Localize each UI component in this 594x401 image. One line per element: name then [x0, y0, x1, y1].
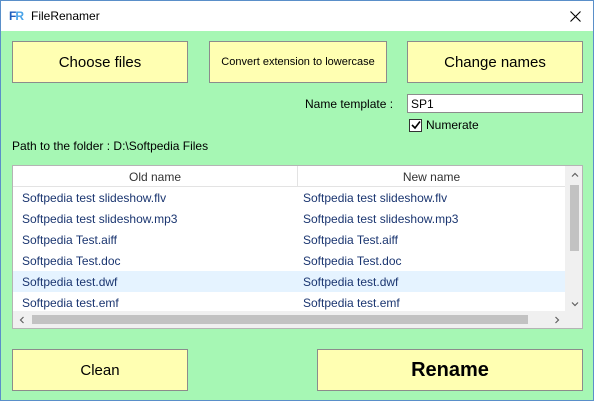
- chevron-up-icon: [571, 172, 578, 177]
- window-title: FileRenamer: [31, 9, 100, 23]
- old-name-cell: Softpedia test.dwf: [22, 274, 118, 289]
- vertical-scrollbar[interactable]: [565, 166, 582, 312]
- name-template-input[interactable]: [407, 94, 583, 113]
- old-name-cell: Softpedia test slideshow.flv: [22, 190, 167, 205]
- convert-extension-lowercase-button[interactable]: Convert extension to lowercase: [209, 41, 387, 83]
- horizontal-scrollbar[interactable]: [13, 311, 565, 328]
- choose-files-button[interactable]: Choose files: [12, 41, 188, 83]
- column-header-new-name[interactable]: New name: [298, 166, 565, 187]
- table-row[interactable]: Softpedia Test.aiff Softpedia Test.aiff: [13, 229, 565, 250]
- title-bar[interactable]: FR FileRenamer: [1, 1, 593, 31]
- clean-button[interactable]: Clean: [12, 349, 188, 391]
- app-logo-icon: FR: [9, 9, 24, 23]
- checkmark-icon: [410, 121, 421, 130]
- old-name-cell: Softpedia test slideshow.mp3: [22, 211, 178, 226]
- app-window: FR FileRenamer Choose files Convert exte…: [0, 0, 594, 401]
- scroll-up-button[interactable]: [566, 166, 582, 183]
- folder-path-text: Path to the folder : D:\Softpedia Files: [12, 139, 209, 153]
- table-row-selected[interactable]: Softpedia test.dwf Softpedia test.dwf: [13, 271, 565, 292]
- table-row[interactable]: Softpedia test slideshow.flv Softpedia t…: [13, 187, 565, 208]
- table-body: Softpedia test slideshow.flv Softpedia t…: [13, 187, 565, 313]
- scroll-right-button[interactable]: [548, 311, 565, 328]
- numerate-checkbox-row[interactable]: Numerate: [409, 118, 479, 132]
- name-template-label: Name template :: [305, 97, 394, 111]
- new-name-cell: Softpedia test.dwf: [303, 274, 399, 289]
- chevron-down-icon: [571, 301, 578, 306]
- new-name-cell: Softpedia test slideshow.mp3: [303, 211, 459, 226]
- scroll-left-button[interactable]: [13, 311, 30, 328]
- new-name-cell: Softpedia test slideshow.flv: [303, 190, 448, 205]
- new-name-cell: Softpedia Test.aiff: [303, 232, 398, 247]
- new-name-cell: Softpedia Test.doc: [303, 253, 402, 268]
- old-name-cell: Softpedia test.emf: [22, 295, 119, 310]
- close-icon: [569, 10, 581, 22]
- table-header: Old name New name: [13, 166, 565, 187]
- table-row[interactable]: Softpedia test slideshow.mp3 Softpedia t…: [13, 208, 565, 229]
- horizontal-scroll-thumb[interactable]: [32, 315, 528, 324]
- files-table[interactable]: Old name New name Softpedia test slidesh…: [12, 165, 583, 329]
- chevron-right-icon: [554, 316, 559, 323]
- rename-button[interactable]: Rename: [317, 349, 583, 391]
- chevron-left-icon: [19, 316, 24, 323]
- old-name-cell: Softpedia Test.doc: [22, 253, 121, 268]
- column-header-old-name[interactable]: Old name: [13, 166, 298, 187]
- table-row[interactable]: Softpedia Test.doc Softpedia Test.doc: [13, 250, 565, 271]
- close-button[interactable]: [557, 1, 593, 31]
- numerate-label: Numerate: [426, 118, 479, 132]
- numerate-checkbox[interactable]: [409, 118, 422, 132]
- change-names-button[interactable]: Change names: [407, 41, 583, 83]
- table-row[interactable]: Softpedia test.emf Softpedia test.emf: [13, 292, 565, 313]
- scrollbar-corner: [565, 311, 582, 328]
- vertical-scroll-thumb[interactable]: [570, 185, 579, 251]
- old-name-cell: Softpedia Test.aiff: [22, 232, 117, 247]
- new-name-cell: Softpedia test.emf: [303, 295, 400, 310]
- scroll-down-button[interactable]: [566, 295, 582, 312]
